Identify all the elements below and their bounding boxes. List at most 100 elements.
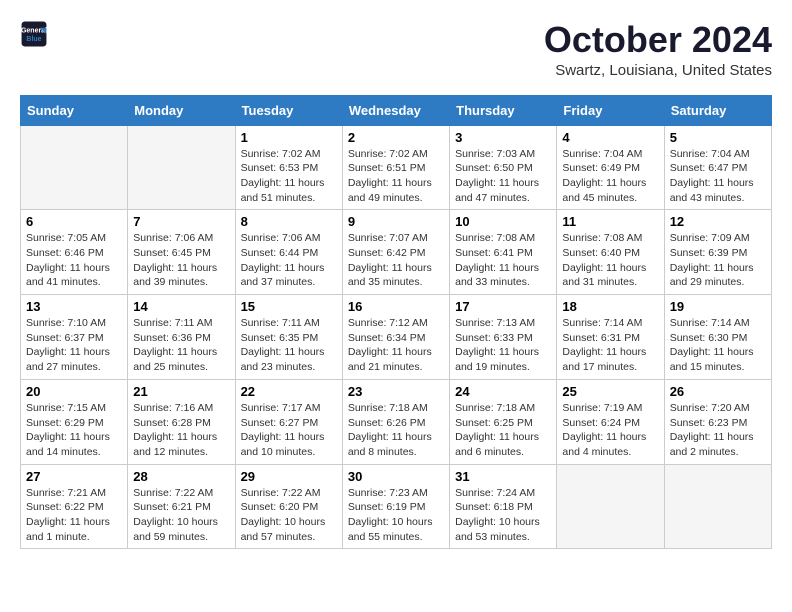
day-info: Sunrise: 7:24 AM Sunset: 6:18 PM Dayligh… [455, 486, 551, 545]
day-info: Sunrise: 7:09 AM Sunset: 6:39 PM Dayligh… [670, 231, 766, 290]
calendar-cell: 26 Sunrise: 7:20 AM Sunset: 6:23 PM Dayli… [664, 379, 771, 464]
day-number: 4 [562, 130, 658, 145]
day-number: 13 [26, 299, 122, 314]
day-number: 22 [241, 384, 337, 399]
day-info: Sunrise: 7:13 AM Sunset: 6:33 PM Dayligh… [455, 316, 551, 375]
day-number: 30 [348, 469, 444, 484]
day-info: Sunrise: 7:15 AM Sunset: 6:29 PM Dayligh… [26, 401, 122, 460]
calendar-cell: 30 Sunrise: 7:23 AM Sunset: 6:19 PM Dayli… [342, 464, 449, 549]
day-info: Sunrise: 7:22 AM Sunset: 6:20 PM Dayligh… [241, 486, 337, 545]
day-info: Sunrise: 7:16 AM Sunset: 6:28 PM Dayligh… [133, 401, 229, 460]
day-number: 25 [562, 384, 658, 399]
column-header-wednesday: Wednesday [342, 95, 449, 125]
day-info: Sunrise: 7:18 AM Sunset: 6:26 PM Dayligh… [348, 401, 444, 460]
week-row-4: 20 Sunrise: 7:15 AM Sunset: 6:29 PM Dayli… [21, 379, 772, 464]
day-number: 11 [562, 214, 658, 229]
day-info: Sunrise: 7:19 AM Sunset: 6:24 PM Dayligh… [562, 401, 658, 460]
column-header-friday: Friday [557, 95, 664, 125]
day-info: Sunrise: 7:12 AM Sunset: 6:34 PM Dayligh… [348, 316, 444, 375]
day-number: 26 [670, 384, 766, 399]
calendar-cell: 11 Sunrise: 7:08 AM Sunset: 6:40 PM Dayli… [557, 210, 664, 295]
calendar-cell: 17 Sunrise: 7:13 AM Sunset: 6:33 PM Dayli… [450, 295, 557, 380]
calendar-cell: 22 Sunrise: 7:17 AM Sunset: 6:27 PM Dayli… [235, 379, 342, 464]
day-number: 29 [241, 469, 337, 484]
day-info: Sunrise: 7:04 AM Sunset: 6:47 PM Dayligh… [670, 147, 766, 206]
day-info: Sunrise: 7:22 AM Sunset: 6:21 PM Dayligh… [133, 486, 229, 545]
day-number: 18 [562, 299, 658, 314]
day-number: 5 [670, 130, 766, 145]
column-header-saturday: Saturday [664, 95, 771, 125]
day-number: 31 [455, 469, 551, 484]
calendar-cell: 1Sunrise: 7:02 AM Sunset: 6:53 PM Daylig… [235, 125, 342, 210]
day-info: Sunrise: 7:18 AM Sunset: 6:25 PM Dayligh… [455, 401, 551, 460]
calendar-cell [557, 464, 664, 549]
day-info: Sunrise: 7:20 AM Sunset: 6:23 PM Dayligh… [670, 401, 766, 460]
calendar-cell [664, 464, 771, 549]
calendar-cell: 19 Sunrise: 7:14 AM Sunset: 6:30 PM Dayli… [664, 295, 771, 380]
day-number: 6 [26, 214, 122, 229]
day-info: Sunrise: 7:14 AM Sunset: 6:30 PM Dayligh… [670, 316, 766, 375]
day-number: 27 [26, 469, 122, 484]
day-info: Sunrise: 7:14 AM Sunset: 6:31 PM Dayligh… [562, 316, 658, 375]
day-info: Sunrise: 7:17 AM Sunset: 6:27 PM Dayligh… [241, 401, 337, 460]
calendar-header-row: SundayMondayTuesdayWednesdayThursdayFrid… [21, 95, 772, 125]
column-header-monday: Monday [128, 95, 235, 125]
day-number: 10 [455, 214, 551, 229]
svg-text:Blue: Blue [26, 36, 41, 43]
day-number: 12 [670, 214, 766, 229]
column-header-sunday: Sunday [21, 95, 128, 125]
day-info: Sunrise: 7:08 AM Sunset: 6:41 PM Dayligh… [455, 231, 551, 290]
day-number: 8 [241, 214, 337, 229]
calendar-cell: 14 Sunrise: 7:11 AM Sunset: 6:36 PM Dayli… [128, 295, 235, 380]
calendar-cell [21, 125, 128, 210]
day-info: Sunrise: 7:11 AM Sunset: 6:35 PM Dayligh… [241, 316, 337, 375]
location: Swartz, Louisiana, United States [544, 62, 772, 79]
day-info: Sunrise: 7:08 AM Sunset: 6:40 PM Dayligh… [562, 231, 658, 290]
day-number: 23 [348, 384, 444, 399]
day-info: Sunrise: 7:06 AM Sunset: 6:44 PM Dayligh… [241, 231, 337, 290]
day-info: Sunrise: 7:02 AM Sunset: 6:51 PM Dayligh… [348, 147, 444, 206]
calendar-cell: 27 Sunrise: 7:21 AM Sunset: 6:22 PM Dayli… [21, 464, 128, 549]
calendar-cell: 31 Sunrise: 7:24 AM Sunset: 6:18 PM Dayli… [450, 464, 557, 549]
calendar-cell: 12 Sunrise: 7:09 AM Sunset: 6:39 PM Dayli… [664, 210, 771, 295]
calendar-cell: 20 Sunrise: 7:15 AM Sunset: 6:29 PM Dayli… [21, 379, 128, 464]
day-number: 28 [133, 469, 229, 484]
calendar-cell: 13Sunrise: 7:10 AM Sunset: 6:37 PM Dayli… [21, 295, 128, 380]
week-row-3: 13Sunrise: 7:10 AM Sunset: 6:37 PM Dayli… [21, 295, 772, 380]
page-header: General Blue October 2024 Swartz, Louisi… [20, 20, 772, 79]
day-number: 7 [133, 214, 229, 229]
day-info: Sunrise: 7:06 AM Sunset: 6:45 PM Dayligh… [133, 231, 229, 290]
calendar-cell: 10 Sunrise: 7:08 AM Sunset: 6:41 PM Dayli… [450, 210, 557, 295]
week-row-2: 6Sunrise: 7:05 AM Sunset: 6:46 PM Daylig… [21, 210, 772, 295]
day-number: 19 [670, 299, 766, 314]
calendar-table: SundayMondayTuesdayWednesdayThursdayFrid… [20, 95, 772, 550]
calendar-cell: 25 Sunrise: 7:19 AM Sunset: 6:24 PM Dayli… [557, 379, 664, 464]
day-number: 9 [348, 214, 444, 229]
column-header-tuesday: Tuesday [235, 95, 342, 125]
calendar-cell: 24Sunrise: 7:18 AM Sunset: 6:25 PM Dayli… [450, 379, 557, 464]
day-info: Sunrise: 7:11 AM Sunset: 6:36 PM Dayligh… [133, 316, 229, 375]
day-number: 16 [348, 299, 444, 314]
title-section: October 2024 Swartz, Louisiana, United S… [544, 20, 772, 79]
logo: General Blue [20, 20, 48, 48]
week-row-5: 27 Sunrise: 7:21 AM Sunset: 6:22 PM Dayli… [21, 464, 772, 549]
calendar-cell: 7 Sunrise: 7:06 AM Sunset: 6:45 PM Daylig… [128, 210, 235, 295]
day-info: Sunrise: 7:03 AM Sunset: 6:50 PM Dayligh… [455, 147, 551, 206]
month-title: October 2024 [544, 20, 772, 60]
day-number: 14 [133, 299, 229, 314]
day-number: 15 [241, 299, 337, 314]
day-number: 17 [455, 299, 551, 314]
week-row-1: 1Sunrise: 7:02 AM Sunset: 6:53 PM Daylig… [21, 125, 772, 210]
day-info: Sunrise: 7:21 AM Sunset: 6:22 PM Dayligh… [26, 486, 122, 545]
day-number: 2 [348, 130, 444, 145]
calendar-cell: 21Sunrise: 7:16 AM Sunset: 6:28 PM Dayli… [128, 379, 235, 464]
logo-icon: General Blue [20, 20, 48, 48]
calendar-cell: 3Sunrise: 7:03 AM Sunset: 6:50 PM Daylig… [450, 125, 557, 210]
day-info: Sunrise: 7:23 AM Sunset: 6:19 PM Dayligh… [348, 486, 444, 545]
calendar-cell: 23 Sunrise: 7:18 AM Sunset: 6:26 PM Dayli… [342, 379, 449, 464]
calendar-cell: 28 Sunrise: 7:22 AM Sunset: 6:21 PM Dayli… [128, 464, 235, 549]
day-info: Sunrise: 7:02 AM Sunset: 6:53 PM Dayligh… [241, 147, 337, 206]
calendar-cell [128, 125, 235, 210]
calendar-cell: 15 Sunrise: 7:11 AM Sunset: 6:35 PM Dayli… [235, 295, 342, 380]
day-number: 20 [26, 384, 122, 399]
